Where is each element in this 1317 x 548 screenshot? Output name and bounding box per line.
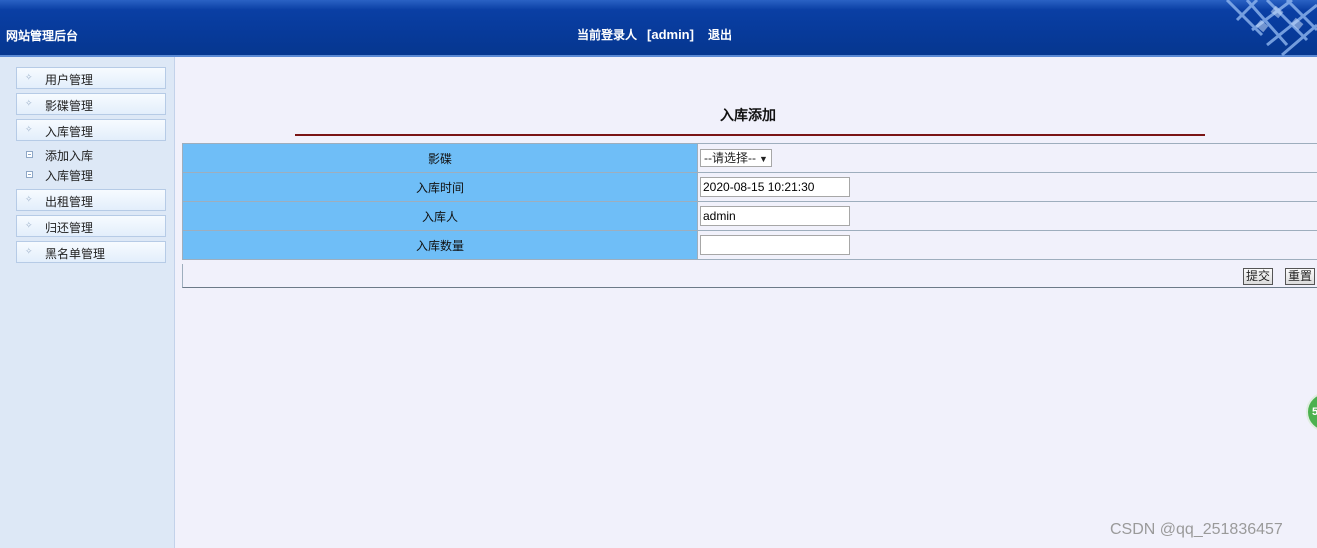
form-actions: 提交 重置 — [182, 264, 1317, 288]
dropdown-arrow-icon: ▼ — [759, 154, 768, 164]
sidebar-item-label: 入库管理 — [45, 125, 94, 139]
field-value-cell — [697, 201, 1317, 231]
reset-button[interactable]: 重置 — [1285, 268, 1316, 285]
bullet-icon: ✧ — [25, 246, 33, 256]
sidebar-item-user-management[interactable]: ✧ 用户管理 — [16, 67, 166, 89]
stock-quantity-input[interactable] — [700, 235, 850, 255]
field-value-cell — [697, 172, 1317, 202]
field-value-cell: --请选择-- ▼ — [697, 143, 1317, 173]
sidebar-nav: ✧ 用户管理 ✧ 影碟管理 ✧ 入库管理 添加入库 入库管理 ✧ 出租管理 ✧ … — [0, 57, 175, 548]
disc-select[interactable]: --请选择-- ▼ — [700, 149, 772, 167]
sidebar-subitem-label: 入库管理 — [45, 169, 94, 183]
sidebar-item-disc-management[interactable]: ✧ 影碟管理 — [16, 93, 166, 115]
bullet-icon: ✧ — [25, 194, 33, 204]
form-row-stock-time: 入库时间 — [182, 172, 1317, 202]
field-value-cell — [697, 230, 1317, 260]
stock-person-input[interactable] — [700, 206, 850, 226]
sidebar-item-label: 用户管理 — [45, 73, 94, 87]
login-info: 当前登录人 [admin] 退出 — [577, 26, 732, 43]
site-title: 网站管理后台 — [6, 29, 79, 43]
field-label: 入库时间 — [182, 172, 698, 202]
current-username: [admin] — [647, 27, 694, 42]
collapse-square-icon — [26, 171, 33, 178]
banner-decoration-image — [1197, 0, 1317, 57]
field-label: 入库数量 — [182, 230, 698, 260]
stock-add-form: 影碟 --请选择--▼ 入库时间 入库人 入库数量 — [182, 143, 1317, 260]
sidebar-item-blacklist-management[interactable]: ✧ 黑名单管理 — [16, 241, 166, 263]
bullet-icon: ✧ — [25, 220, 33, 230]
sidebar-item-return-management[interactable]: ✧ 归还管理 — [16, 215, 166, 237]
disc-select-value: --请选择-- — [704, 151, 756, 165]
stock-time-input[interactable] — [700, 177, 850, 197]
bullet-icon: ✧ — [25, 72, 33, 82]
floating-widget-text: 5 — [1312, 406, 1317, 418]
form-row-stock-quantity: 入库数量 — [182, 230, 1317, 260]
bullet-icon: ✧ — [25, 124, 33, 134]
sidebar-item-stock-management[interactable]: ✧ 入库管理 — [16, 119, 166, 141]
sidebar-subitem-label: 添加入库 — [45, 149, 94, 163]
field-label: 影碟 — [182, 143, 698, 173]
sidebar-item-rental-management[interactable]: ✧ 出租管理 — [16, 189, 166, 211]
top-banner: 网站管理后台 当前登录人 [admin] 退出 — [0, 0, 1317, 57]
form-row-disc: 影碟 --请选择-- ▼ — [182, 143, 1317, 173]
logout-link[interactable]: 退出 — [708, 26, 732, 43]
form-row-stock-person: 入库人 — [182, 201, 1317, 231]
submit-button[interactable]: 提交 — [1243, 268, 1274, 285]
field-label: 入库人 — [182, 201, 698, 231]
sidebar-item-label: 影碟管理 — [45, 99, 94, 113]
bullet-icon: ✧ — [25, 98, 33, 108]
watermark: CSDN @qq_251836457 — [1110, 521, 1283, 538]
floating-widget[interactable]: 5 — [1306, 392, 1317, 432]
page-title: 入库添加 — [720, 107, 776, 123]
collapse-square-icon — [26, 151, 33, 158]
login-label: 当前登录人 — [577, 28, 638, 42]
title-divider — [295, 134, 1205, 136]
sidebar-item-label: 黑名单管理 — [45, 247, 106, 261]
sidebar-item-label: 归还管理 — [45, 221, 94, 235]
sidebar-item-label: 出租管理 — [45, 195, 94, 209]
